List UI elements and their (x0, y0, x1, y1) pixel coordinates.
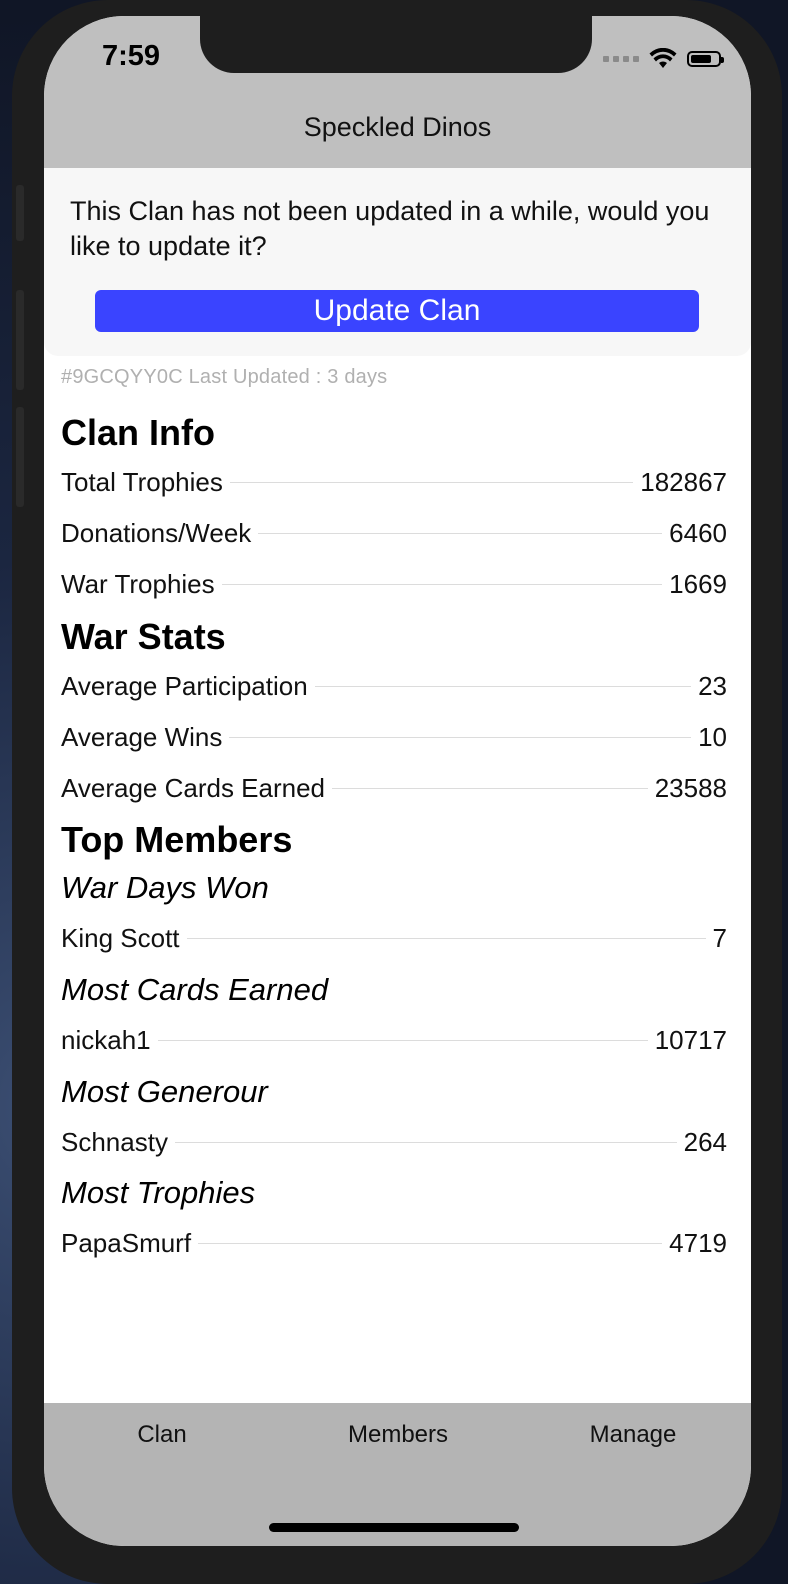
stat-value: 1669 (669, 568, 727, 599)
member-category-title: Most Trophies (61, 1175, 256, 1210)
member-value: 10717 (654, 1024, 727, 1055)
volume-up-button (16, 290, 24, 390)
section-title-war-stats: War Stats (61, 616, 226, 657)
stat-label: Total Trophies (61, 466, 223, 497)
signal-icon (603, 56, 639, 62)
section-title-clan-info: Clan Info (61, 412, 215, 453)
page-title: Speckled Dinos (303, 112, 492, 142)
update-message: This Clan has not been updated in a whil… (70, 196, 710, 261)
stat-row: Average Cards Earned 23588 (61, 770, 727, 806)
volume-down-button (16, 407, 24, 507)
navigation-bar: 7:59 Speckled Dinos (44, 16, 751, 168)
stat-label: Average Participation (61, 670, 308, 701)
member-name: PapaSmurf (61, 1227, 192, 1258)
member-row[interactable]: nickah1 10717 (61, 1022, 727, 1058)
stat-value: 182867 (640, 466, 727, 497)
stat-row: War Trophies 1669 (61, 566, 727, 602)
stat-value: 23588 (654, 772, 727, 803)
member-row[interactable]: PapaSmurf 4719 (61, 1225, 727, 1261)
stat-row: Total Trophies 182867 (61, 464, 727, 500)
member-name: Schnasty (61, 1126, 168, 1157)
status-icons (603, 46, 724, 72)
stat-label: Donations/Week (61, 517, 252, 548)
member-value: 4719 (669, 1227, 727, 1258)
member-row[interactable]: Schnasty 264 (61, 1124, 727, 1160)
member-category-title: Most Cards Earned (61, 972, 329, 1007)
stat-row: Donations/Week 6460 (61, 515, 727, 551)
stat-value: 6460 (669, 517, 727, 548)
tab-clan[interactable]: Clan (44, 1421, 280, 1449)
stat-row: Average Participation 23 (61, 668, 727, 704)
stat-label: War Trophies (61, 568, 215, 599)
notch (200, 16, 592, 73)
tab-manage[interactable]: Manage (515, 1421, 751, 1449)
member-row[interactable]: King Scott 7 (61, 920, 727, 956)
stat-value: 23 (698, 670, 727, 701)
clan-tag-last-updated: #9GCQYY0C Last Updated : 3 days (61, 366, 388, 388)
member-name: King Scott (61, 922, 180, 953)
stat-value: 10 (698, 721, 727, 752)
member-name: nickah1 (61, 1024, 151, 1055)
stat-label: Average Cards Earned (61, 772, 326, 803)
member-value: 264 (683, 1126, 727, 1157)
tab-members[interactable]: Members (280, 1421, 516, 1449)
status-time: 7:59 (102, 40, 161, 72)
phone-screen: 7:59 Speckled Dinos This Clan has not be… (44, 16, 751, 1546)
member-category-title: War Days Won (61, 870, 269, 905)
wifi-icon (649, 48, 677, 68)
mute-switch (16, 185, 24, 241)
member-value: 7 (712, 922, 727, 953)
stat-row: Average Wins 10 (61, 719, 727, 755)
battery-icon (687, 51, 724, 67)
section-title-top-members: Top Members (61, 819, 293, 860)
home-indicator[interactable] (269, 1523, 519, 1532)
update-clan-button[interactable]: Update Clan (95, 290, 699, 332)
stat-label: Average Wins (61, 721, 223, 752)
member-category-title: Most Generour (61, 1074, 268, 1109)
